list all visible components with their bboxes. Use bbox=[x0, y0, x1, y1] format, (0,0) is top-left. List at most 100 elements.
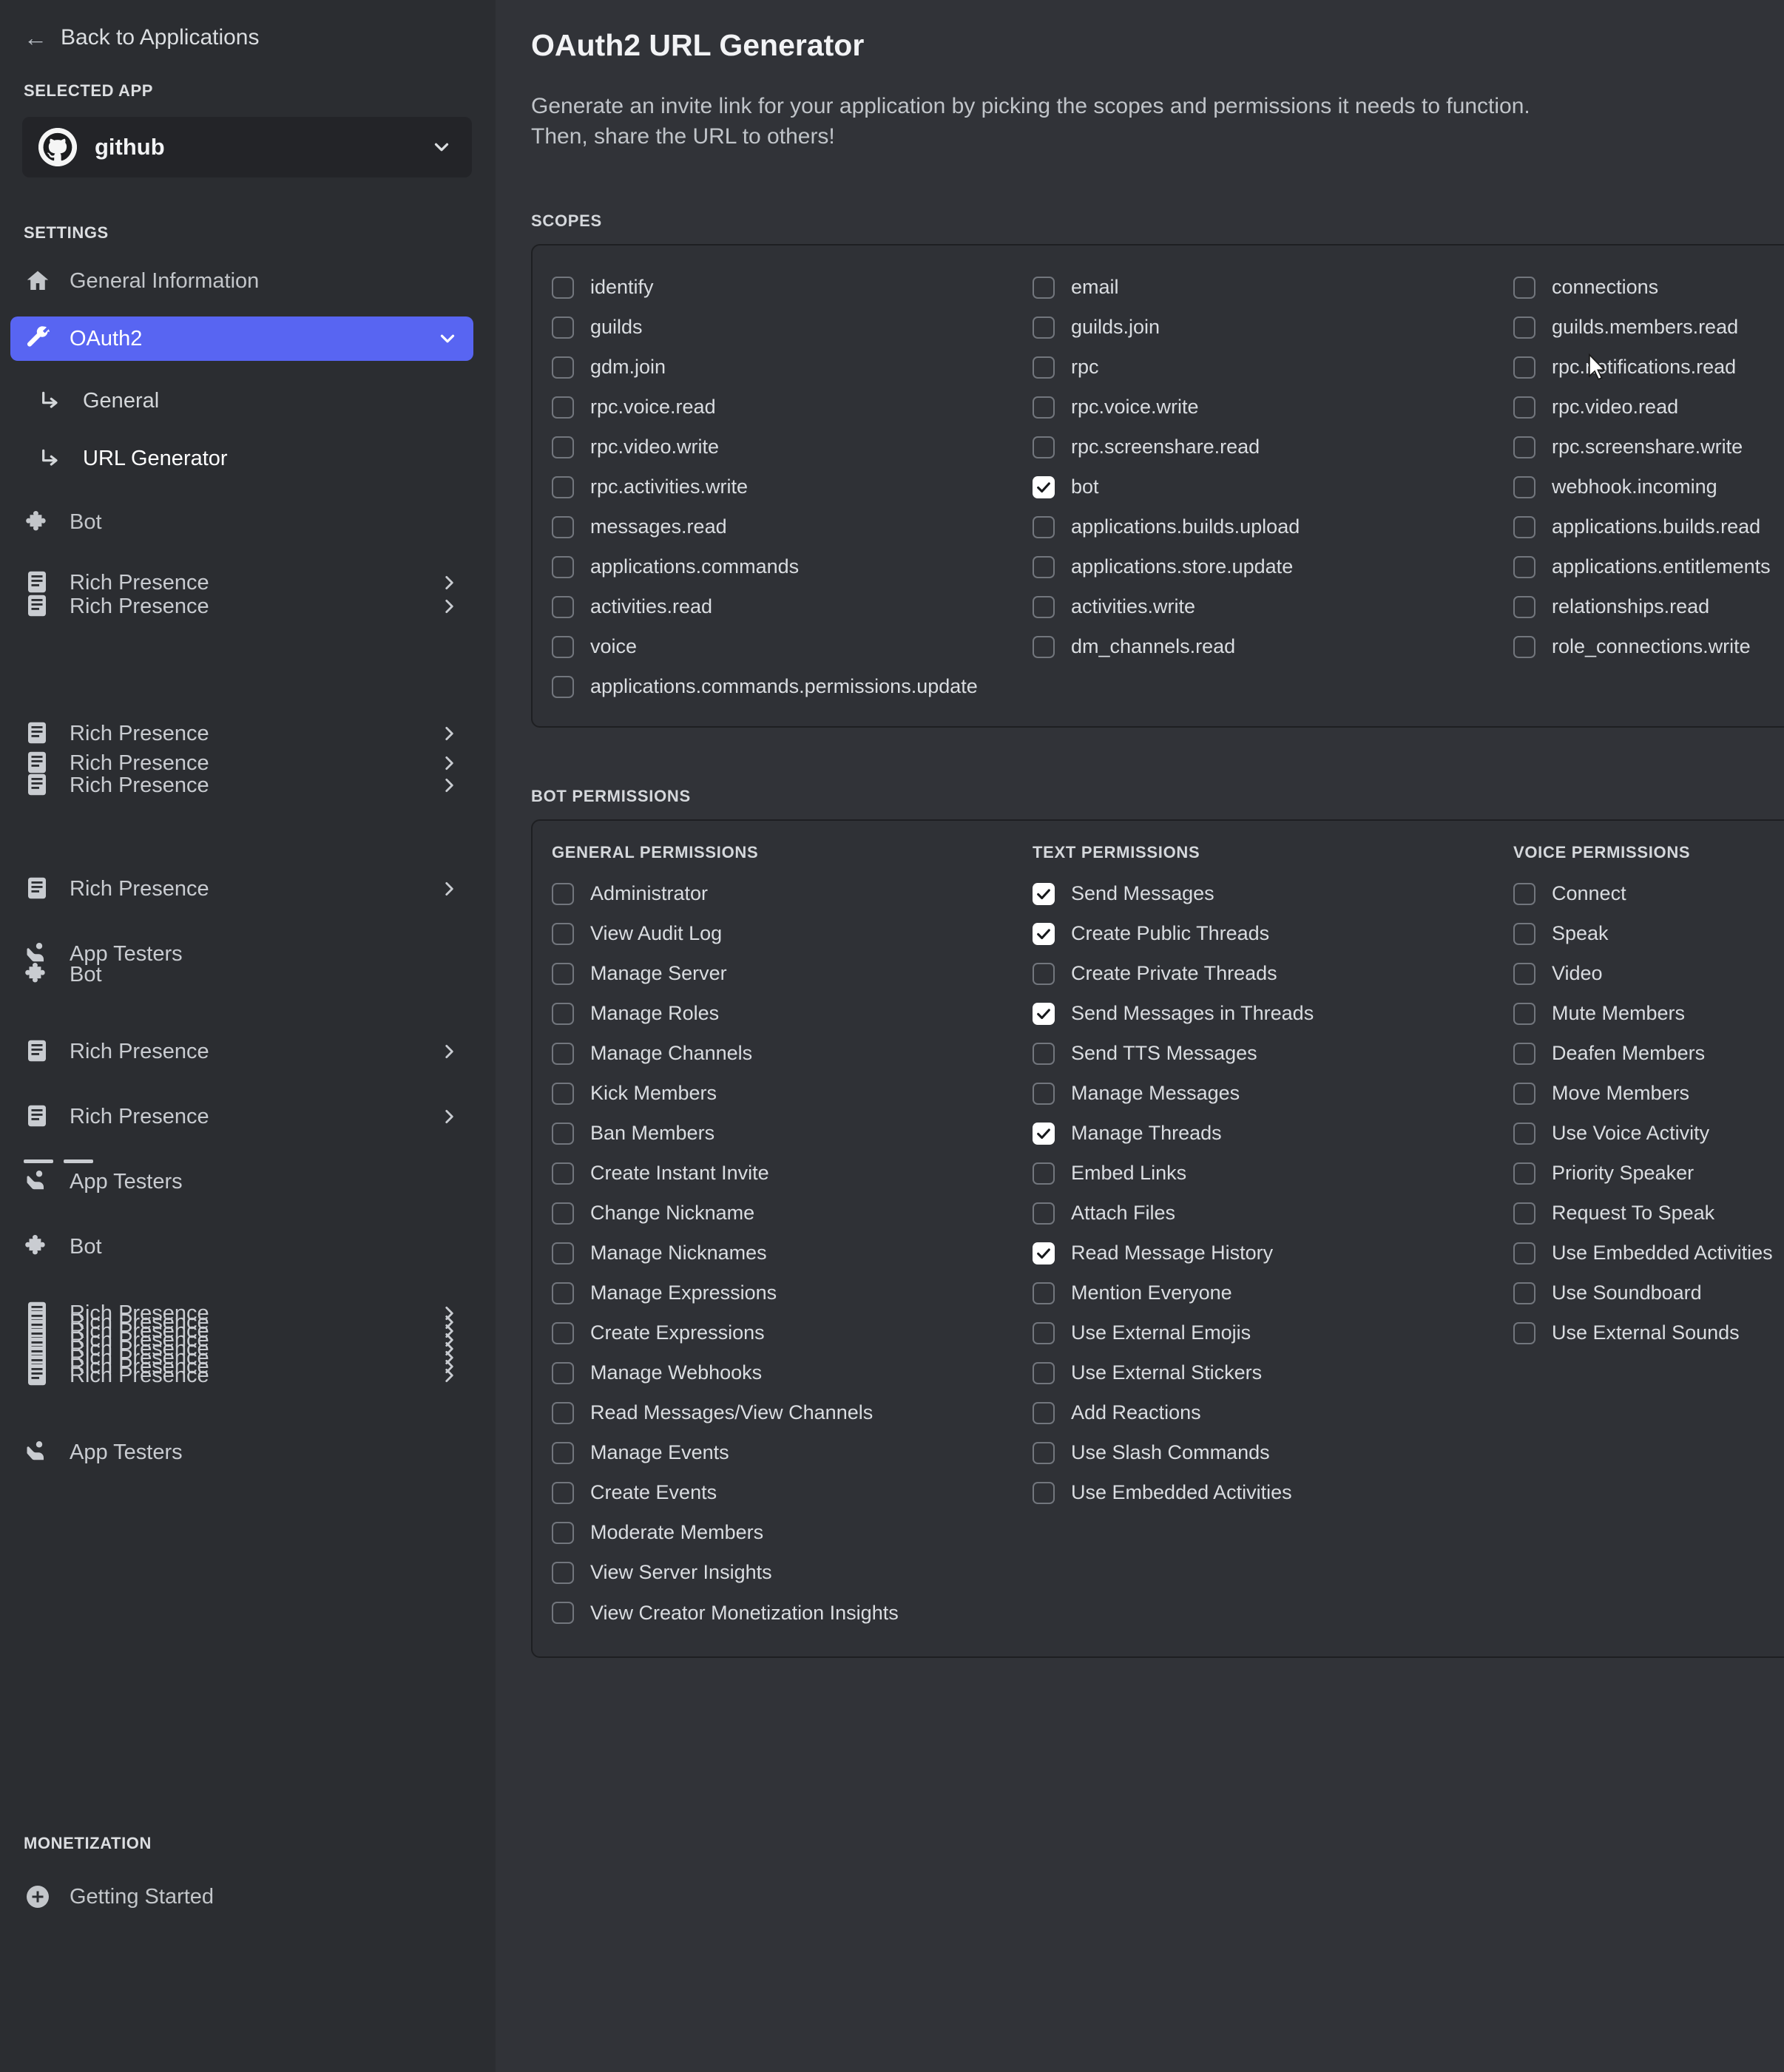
checkbox-row[interactable]: Kick Members bbox=[552, 1074, 1033, 1114]
checkbox-row[interactable]: Attach Files bbox=[1033, 1194, 1513, 1233]
checkbox-row[interactable]: gdm.join bbox=[552, 348, 1033, 387]
checkbox-checked-icon[interactable] bbox=[1033, 476, 1055, 498]
sidebar-item-app-testers[interactable]: App Testers bbox=[10, 1159, 473, 1204]
checkbox-checked-icon[interactable] bbox=[1033, 883, 1055, 905]
checkbox-row[interactable]: Deafen Members bbox=[1513, 1034, 1784, 1074]
checkbox-row[interactable]: Manage Expressions bbox=[552, 1273, 1033, 1313]
checkbox-row[interactable]: Create Public Threads bbox=[1033, 914, 1513, 954]
checkbox-unchecked-icon[interactable] bbox=[552, 1043, 574, 1065]
checkbox-row[interactable]: Create Events bbox=[552, 1473, 1033, 1513]
checkbox-unchecked-icon[interactable] bbox=[552, 1202, 574, 1225]
checkbox-row[interactable]: Manage Webhooks bbox=[552, 1353, 1033, 1393]
checkbox-row[interactable]: Change Nickname bbox=[552, 1194, 1033, 1233]
sidebar-item-app-testers[interactable]: App Testers bbox=[10, 1430, 473, 1475]
checkbox-row[interactable]: Manage Threads bbox=[1033, 1114, 1513, 1154]
checkbox-row[interactable]: Manage Events bbox=[552, 1433, 1033, 1473]
checkbox-unchecked-icon[interactable] bbox=[1033, 596, 1055, 618]
checkbox-row[interactable]: guilds.members.read bbox=[1513, 308, 1784, 348]
checkbox-row[interactable]: Moderate Members bbox=[552, 1513, 1033, 1553]
checkbox-unchecked-icon[interactable] bbox=[1513, 556, 1535, 578]
checkbox-row[interactable]: Use Slash Commands bbox=[1033, 1433, 1513, 1473]
checkbox-row[interactable]: rpc.voice.read bbox=[552, 387, 1033, 427]
checkbox-unchecked-icon[interactable] bbox=[552, 1083, 574, 1105]
checkbox-checked-icon[interactable] bbox=[1033, 923, 1055, 945]
checkbox-row[interactable]: messages.read bbox=[552, 507, 1033, 547]
checkbox-unchecked-icon[interactable] bbox=[1513, 636, 1535, 658]
checkbox-row[interactable]: Manage Channels bbox=[552, 1034, 1033, 1074]
checkbox-unchecked-icon[interactable] bbox=[1033, 1282, 1055, 1304]
checkbox-unchecked-icon[interactable] bbox=[1033, 396, 1055, 419]
checkbox-unchecked-icon[interactable] bbox=[552, 396, 574, 419]
checkbox-unchecked-icon[interactable] bbox=[552, 1562, 574, 1584]
checkbox-unchecked-icon[interactable] bbox=[1513, 396, 1535, 419]
back-to-applications-link[interactable]: ← Back to Applications bbox=[0, 0, 496, 50]
checkbox-row[interactable]: applications.builds.read bbox=[1513, 507, 1784, 547]
checkbox-row[interactable]: applications.entitlements bbox=[1513, 547, 1784, 587]
checkbox-row[interactable]: Manage Messages bbox=[1033, 1074, 1513, 1114]
sidebar-item-rich-presence[interactable]: Rich Presence bbox=[10, 1353, 473, 1398]
checkbox-row[interactable]: voice bbox=[552, 627, 1033, 667]
checkbox-row[interactable]: Mention Everyone bbox=[1033, 1273, 1513, 1313]
checkbox-unchecked-icon[interactable] bbox=[1033, 1402, 1055, 1424]
checkbox-row[interactable]: Use Voice Activity bbox=[1513, 1114, 1784, 1154]
checkbox-unchecked-icon[interactable] bbox=[1513, 883, 1535, 905]
checkbox-checked-icon[interactable] bbox=[1033, 1242, 1055, 1264]
checkbox-unchecked-icon[interactable] bbox=[1513, 516, 1535, 538]
checkbox-unchecked-icon[interactable] bbox=[1513, 963, 1535, 985]
checkbox-unchecked-icon[interactable] bbox=[552, 1123, 574, 1145]
checkbox-row[interactable]: rpc.voice.write bbox=[1033, 387, 1513, 427]
checkbox-unchecked-icon[interactable] bbox=[1033, 516, 1055, 538]
checkbox-unchecked-icon[interactable] bbox=[552, 516, 574, 538]
checkbox-row[interactable]: guilds bbox=[552, 308, 1033, 348]
checkbox-row[interactable]: Create Instant Invite bbox=[552, 1154, 1033, 1194]
checkbox-row[interactable]: View Creator Monetization Insights bbox=[552, 1593, 1033, 1633]
checkbox-row[interactable]: Manage Server bbox=[552, 954, 1033, 994]
checkbox-unchecked-icon[interactable] bbox=[1033, 436, 1055, 458]
sidebar-item-bot[interactable]: Bot bbox=[10, 1225, 473, 1269]
checkbox-unchecked-icon[interactable] bbox=[1513, 1043, 1535, 1065]
checkbox-unchecked-icon[interactable] bbox=[1513, 923, 1535, 945]
checkbox-unchecked-icon[interactable] bbox=[552, 277, 574, 299]
checkbox-unchecked-icon[interactable] bbox=[1033, 1482, 1055, 1504]
checkbox-row[interactable]: View Audit Log bbox=[552, 914, 1033, 954]
checkbox-row[interactable]: Send Messages in Threads bbox=[1033, 994, 1513, 1034]
checkbox-row[interactable]: Manage Nicknames bbox=[552, 1233, 1033, 1273]
checkbox-row[interactable]: applications.builds.upload bbox=[1033, 507, 1513, 547]
app-selector-dropdown[interactable]: github bbox=[22, 117, 472, 177]
checkbox-row[interactable]: dm_channels.read bbox=[1033, 627, 1513, 667]
checkbox-unchecked-icon[interactable] bbox=[1033, 316, 1055, 339]
chevron-down-icon[interactable] bbox=[436, 328, 459, 350]
checkbox-unchecked-icon[interactable] bbox=[1033, 1202, 1055, 1225]
checkbox-unchecked-icon[interactable] bbox=[1513, 1162, 1535, 1185]
checkbox-unchecked-icon[interactable] bbox=[1513, 1322, 1535, 1344]
checkbox-row[interactable]: Connect bbox=[1513, 874, 1784, 914]
checkbox-unchecked-icon[interactable] bbox=[552, 1003, 574, 1025]
checkbox-row[interactable]: bot bbox=[1033, 467, 1513, 507]
chevron-right-icon[interactable] bbox=[439, 1042, 459, 1061]
checkbox-unchecked-icon[interactable] bbox=[1033, 963, 1055, 985]
checkbox-unchecked-icon[interactable] bbox=[552, 556, 574, 578]
checkbox-unchecked-icon[interactable] bbox=[1513, 476, 1535, 498]
checkbox-row[interactable]: guilds.join bbox=[1033, 308, 1513, 348]
checkbox-unchecked-icon[interactable] bbox=[552, 316, 574, 339]
checkbox-unchecked-icon[interactable] bbox=[552, 596, 574, 618]
sidebar-item-rich-presence[interactable]: Rich Presence bbox=[10, 763, 473, 808]
checkbox-unchecked-icon[interactable] bbox=[1513, 596, 1535, 618]
checkbox-unchecked-icon[interactable] bbox=[1033, 1043, 1055, 1065]
checkbox-row[interactable]: Use Soundboard bbox=[1513, 1273, 1784, 1313]
checkbox-row[interactable]: Video bbox=[1513, 954, 1784, 994]
sidebar-item-getting-started[interactable]: Getting Started bbox=[10, 1875, 473, 1919]
checkbox-row[interactable]: rpc.activities.write bbox=[552, 467, 1033, 507]
checkbox-unchecked-icon[interactable] bbox=[1513, 277, 1535, 299]
checkbox-unchecked-icon[interactable] bbox=[1033, 556, 1055, 578]
checkbox-unchecked-icon[interactable] bbox=[1513, 436, 1535, 458]
sidebar-subitem-general[interactable]: General bbox=[38, 380, 496, 421]
checkbox-unchecked-icon[interactable] bbox=[1513, 1202, 1535, 1225]
checkbox-row[interactable]: Create Expressions bbox=[552, 1313, 1033, 1353]
checkbox-row[interactable]: applications.commands.permissions.update bbox=[552, 667, 1784, 707]
checkbox-unchecked-icon[interactable] bbox=[552, 1362, 574, 1384]
checkbox-row[interactable]: applications.commands bbox=[552, 547, 1033, 587]
checkbox-checked-icon[interactable] bbox=[1033, 1123, 1055, 1145]
sidebar-item-bot[interactable]: Bot bbox=[10, 500, 473, 544]
checkbox-row[interactable]: Use External Stickers bbox=[1033, 1353, 1513, 1393]
